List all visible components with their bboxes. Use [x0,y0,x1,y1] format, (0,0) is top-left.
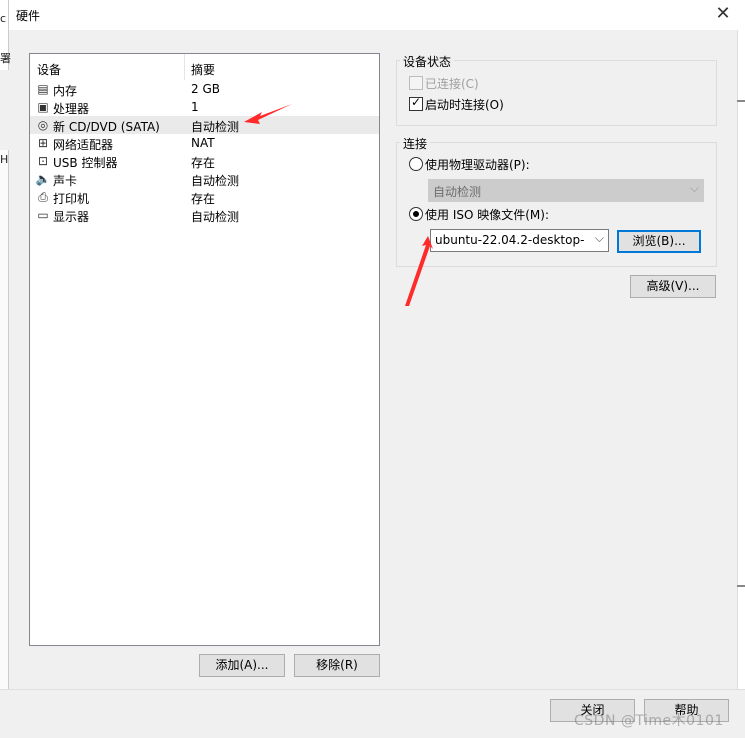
device-row[interactable]: ▤ 内存 2 GB [30,80,379,98]
iso-path-value: ubuntu-22.04.2-desktop-amd64.iso [435,233,585,247]
radio-selected-dot [413,211,419,217]
device-name: 新 CD/DVD (SATA) [53,120,160,134]
connected-checkbox[interactable] [409,76,423,90]
iso-path-combobox[interactable]: ubuntu-22.04.2-desktop-amd64.iso ⌵ [430,229,609,252]
connected-label: 已连接(C) [425,77,479,91]
physical-drive-label: 使用物理驱动器(P): [425,158,530,172]
sound-card-icon: 🔈 [35,172,51,186]
device-summary: 自动检测 [191,210,240,224]
check-icon: ✓ [411,95,422,109]
device-row[interactable]: ⊡ USB 控制器 存在 [30,152,379,170]
physical-drive-radio[interactable] [409,157,423,171]
iso-image-label: 使用 ISO 映像文件(M): [425,208,549,222]
add-device-button[interactable]: 添加(A)... [199,654,285,677]
background-window-edge [0,150,9,690]
iso-image-radio[interactable] [409,207,423,221]
column-header-summary[interactable]: 摘要 [191,61,215,78]
device-status-title: 设备状态 [400,53,455,70]
background-window-edge [737,30,745,690]
chevron-down-icon[interactable]: ⌵ [595,231,604,246]
watermark-text: CSDN @Time木0101 [574,713,724,729]
background-window-char: c [0,12,7,25]
device-name: 网络适配器 [53,138,114,152]
device-row[interactable]: ⎙ 打印机 存在 [30,188,379,206]
chevron-down-icon: ⌵ [689,181,699,195]
device-summary: 自动检测 [191,120,240,134]
column-divider[interactable] [184,54,185,80]
annotation-arrow-icon [405,236,433,306]
connection-title: 连接 [400,135,431,152]
column-header-device[interactable]: 设备 [37,61,61,78]
device-name: 声卡 [53,174,78,188]
device-row[interactable]: ◎ 新 CD/DVD (SATA) 自动检测 [30,116,379,134]
title-bar [0,0,745,31]
memory-icon: ▤ [37,82,49,96]
device-row[interactable]: ⊞ 网络适配器 NAT [30,134,379,152]
cd-dvd-icon: ◎ [37,118,49,132]
physical-drive-select-value: 自动检测 [433,185,482,199]
device-summary: NAT [191,136,215,150]
close-icon[interactable]: ✕ [712,3,734,25]
browse-button[interactable]: 浏览(B)... [617,230,701,253]
device-summary: 1 [191,100,199,114]
device-name: 处理器 [53,102,90,116]
window-title: 硬件 [16,9,41,23]
advanced-button[interactable]: 高级(V)... [630,275,716,298]
device-name: 打印机 [53,192,90,206]
device-name: 内存 [53,84,78,98]
device-summary: 自动检测 [191,174,240,188]
background-window-char: H [0,153,9,166]
physical-drive-select[interactable]: 自动检测 ⌵ [428,179,704,202]
usb-controller-icon: ⊡ [37,154,49,168]
network-adapter-icon: ⊞ [37,136,49,150]
device-row[interactable]: ▭ 显示器 自动检测 [30,206,379,224]
device-summary: 2 GB [191,82,220,96]
device-row[interactable]: 🔈 声卡 自动检测 [30,170,379,188]
connect-at-power-on-label: 启动时连接(O) [425,98,504,112]
device-name: 显示器 [53,210,90,224]
annotation-arrow-icon [244,104,292,124]
background-window-char: 署 [0,52,11,65]
connect-at-power-on-checkbox[interactable]: ✓ [409,95,423,111]
display-icon: ▭ [37,208,49,222]
processor-icon: ▣ [37,100,49,114]
device-summary: 存在 [191,156,216,170]
device-list[interactable]: 设备 摘要 ▤ 内存 2 GB ▣ 处理器 1 ◎ 新 CD/DVD (SATA) 自动检测 ⊞ 网… [29,53,380,646]
device-row[interactable]: ▣ 处理器 1 [30,98,379,116]
background-window-edge [737,100,745,102]
remove-device-button[interactable]: 移除(R) [294,654,380,677]
background-window-edge [737,585,745,587]
printer-icon: ⎙ [38,190,48,204]
device-summary: 存在 [191,192,216,206]
device-name: USB 控制器 [53,156,118,170]
